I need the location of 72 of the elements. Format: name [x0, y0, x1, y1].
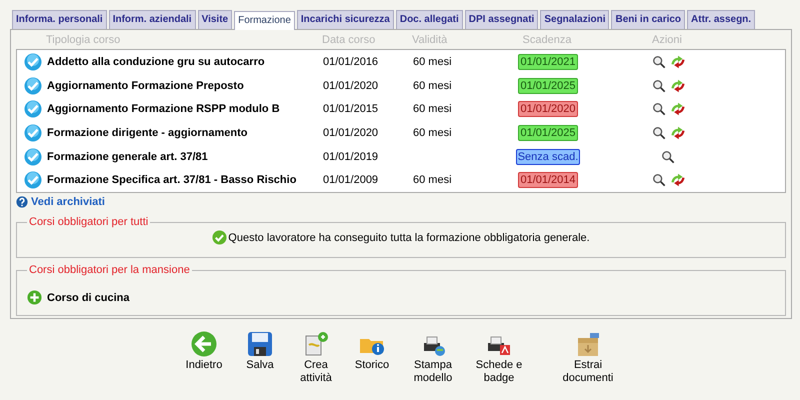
course-name: Aggiornamento Formazione RSPP modulo B — [47, 103, 281, 116]
course-name: Aggiornamento Formazione Preposto — [47, 80, 245, 92]
course-name: Formazione dirigente - aggiornamento — [47, 126, 248, 139]
archive-link[interactable]: Vedi archiviati — [31, 196, 105, 208]
validity-text: 60 mesi — [413, 174, 452, 186]
tab[interactable]: Segnalazioni — [540, 10, 610, 29]
section-legend: Corsi obbligatori per la mansione — [27, 264, 192, 276]
column-header: Tipologia corso — [46, 34, 122, 46]
column-header: Scadenza — [522, 34, 572, 46]
toolbar-button[interactable]: Indietro — [179, 331, 229, 385]
column-header: Validità — [412, 34, 448, 46]
course-date: 01/01/2019 — [323, 150, 380, 163]
check-icon — [24, 171, 42, 190]
swap-arrows-icon[interactable] — [670, 78, 684, 94]
swap-arrows-icon[interactable] — [670, 101, 684, 118]
status-message: Questo lavoratore ha conseguito tutta la formazione obbligatoria generale. — [228, 232, 590, 244]
toolbar-button[interactable]: Estrai documenti — [553, 331, 623, 385]
course-name: Formazione generale art. 37/81 — [47, 150, 209, 163]
search-icon[interactable] — [652, 101, 666, 118]
swap-arrows-icon[interactable] — [670, 124, 684, 141]
expiry-badge: 01/01/2014 — [518, 172, 578, 188]
course-date: 01/01/2015 — [323, 103, 380, 116]
tab[interactable]: Incarichi sicurezza — [296, 10, 394, 29]
toolbar-button[interactable]: Schede e badge — [469, 331, 529, 385]
validity-text: 60 mesi — [413, 126, 452, 139]
swap-arrows-icon[interactable] — [670, 54, 684, 70]
tab[interactable]: DPI assegnati — [464, 10, 538, 29]
expiry-badge: 01/01/2025 — [518, 124, 578, 141]
expiry-badge: Senza scad. — [516, 148, 580, 165]
expiry-badge: 01/01/2020 — [518, 101, 578, 118]
course-date: 01/01/2009 — [323, 174, 380, 186]
tab[interactable]: Beni in carico — [611, 10, 686, 29]
check-icon — [24, 52, 42, 71]
expiry-badge: 01/01/2021 — [518, 54, 578, 70]
search-icon[interactable] — [652, 78, 666, 94]
toolbar-button[interactable]: Salva — [235, 331, 285, 385]
toolbar-button[interactable]: Stampa modello — [403, 331, 463, 385]
course-date: 01/01/2020 — [323, 126, 380, 139]
tab[interactable]: Formazione — [234, 11, 295, 30]
help-icon — [16, 196, 28, 208]
validity-text: 60 mesi — [413, 103, 452, 116]
course-name: Corso di cucina — [47, 292, 130, 304]
tab[interactable]: Visite — [198, 10, 232, 29]
swap-arrows-icon[interactable] — [670, 172, 684, 188]
course-name: Addetto alla conduzione gru su autocarro — [47, 56, 266, 68]
add-icon[interactable] — [27, 290, 42, 306]
course-date: 01/01/2016 — [323, 56, 380, 68]
search-icon[interactable] — [652, 172, 666, 188]
check-icon — [24, 100, 42, 118]
check-icon — [24, 124, 42, 142]
check-icon — [212, 230, 228, 246]
course-date: 01/01/2020 — [323, 80, 380, 92]
archive-box-icon — [575, 331, 601, 357]
expiry-badge: 01/01/2025 — [518, 78, 578, 94]
document-add-icon — [303, 331, 329, 357]
tab[interactable]: Informa. personali — [12, 10, 107, 29]
search-icon[interactable] — [661, 148, 675, 165]
tab[interactable]: Doc. allegati — [396, 10, 463, 29]
section-legend: Corsi obbligatori per tutti — [27, 216, 150, 228]
toolbar-button[interactable]: Storico — [347, 331, 397, 385]
course-name: Formazione Specifica art. 37/81 - Basso Rischio — [47, 174, 298, 186]
toolbar-button[interactable]: Crea attività — [291, 331, 341, 385]
check-icon — [24, 148, 42, 166]
column-header: Data corso — [322, 34, 376, 46]
validity-text: 60 mesi — [413, 80, 452, 92]
validity-text: 60 mesi — [413, 56, 452, 68]
tab[interactable]: Attr. assegn. — [687, 10, 756, 29]
check-icon — [24, 76, 42, 95]
tab[interactable]: Inform. aziendali — [108, 10, 196, 29]
search-icon[interactable] — [652, 124, 666, 141]
search-icon[interactable] — [652, 54, 666, 70]
column-header: Azioni — [651, 34, 683, 46]
